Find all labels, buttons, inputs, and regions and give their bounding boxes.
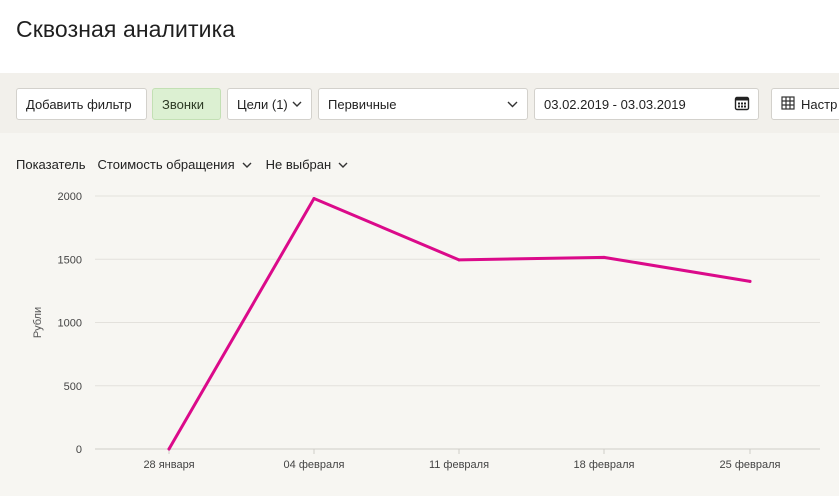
line-chart: 0 500 1000 1500 2000 28 января 04 февраля 11 фе… xyxy=(32,191,820,471)
data-point xyxy=(602,255,606,259)
filter-toolbar: Добавить фильтр Звонки Цели (1) Первичны… xyxy=(0,73,839,133)
series-line xyxy=(167,197,752,451)
y-tick-label: 2000 xyxy=(58,191,82,203)
y-tick-label: 0 xyxy=(76,444,82,456)
x-tick-label: 25 февраля xyxy=(720,459,781,471)
chevron-down-icon xyxy=(338,162,348,168)
second-metric-dropdown[interactable]: Не выбран xyxy=(266,157,349,172)
x-tick-label: 18 февраля xyxy=(574,459,635,471)
data-point xyxy=(167,447,171,451)
data-point xyxy=(312,197,316,201)
data-point xyxy=(748,279,752,283)
y-tick-label: 500 xyxy=(64,381,82,393)
goals-dropdown[interactable]: Цели (1) xyxy=(227,88,312,120)
x-tick-label: 28 января xyxy=(143,459,194,471)
add-filter-button[interactable]: Добавить фильтр xyxy=(16,88,147,120)
y-tick-label: 1500 xyxy=(58,254,82,266)
metric-label: Показатель xyxy=(16,157,86,172)
date-range-input[interactable]: 03.02.2019 - 03.03.2019 xyxy=(534,88,759,120)
table-grid-icon xyxy=(781,95,795,113)
calendar-icon[interactable] xyxy=(734,95,750,114)
page-title: Сквозная аналитика xyxy=(16,16,236,42)
table-settings-label: Настр xyxy=(801,96,838,112)
y-axis-label: Рубли xyxy=(32,307,44,338)
page-header: Сквозная аналитика xyxy=(0,0,839,73)
chevron-down-icon xyxy=(507,101,518,108)
primary-select-value: Первичные xyxy=(328,96,397,112)
data-point xyxy=(457,258,461,262)
metric-dropdown[interactable]: Стоимость обращения xyxy=(98,157,252,172)
add-filter-label: Добавить фильтр xyxy=(26,96,132,112)
metric-selector-row: Показатель Стоимость обращения Не выбран xyxy=(16,157,348,172)
chevron-down-icon xyxy=(292,101,302,107)
chevron-down-icon xyxy=(242,162,252,168)
goals-dropdown-label: Цели (1) xyxy=(237,96,288,112)
second-metric-value: Не выбран xyxy=(265,157,332,172)
calls-filter-label: Звонки xyxy=(162,96,204,112)
x-tick-label: 11 февраля xyxy=(429,459,489,471)
y-tick-label: 1000 xyxy=(58,318,82,330)
x-tick-label: 04 февраля xyxy=(284,459,345,471)
primary-select[interactable]: Первичные xyxy=(318,88,528,120)
metric-dropdown-value: Стоимость обращения xyxy=(97,157,235,172)
calls-filter-button[interactable]: Звонки xyxy=(152,88,221,120)
date-range-value: 03.02.2019 - 03.03.2019 xyxy=(544,96,686,112)
table-settings-button[interactable]: Настр xyxy=(771,88,839,120)
